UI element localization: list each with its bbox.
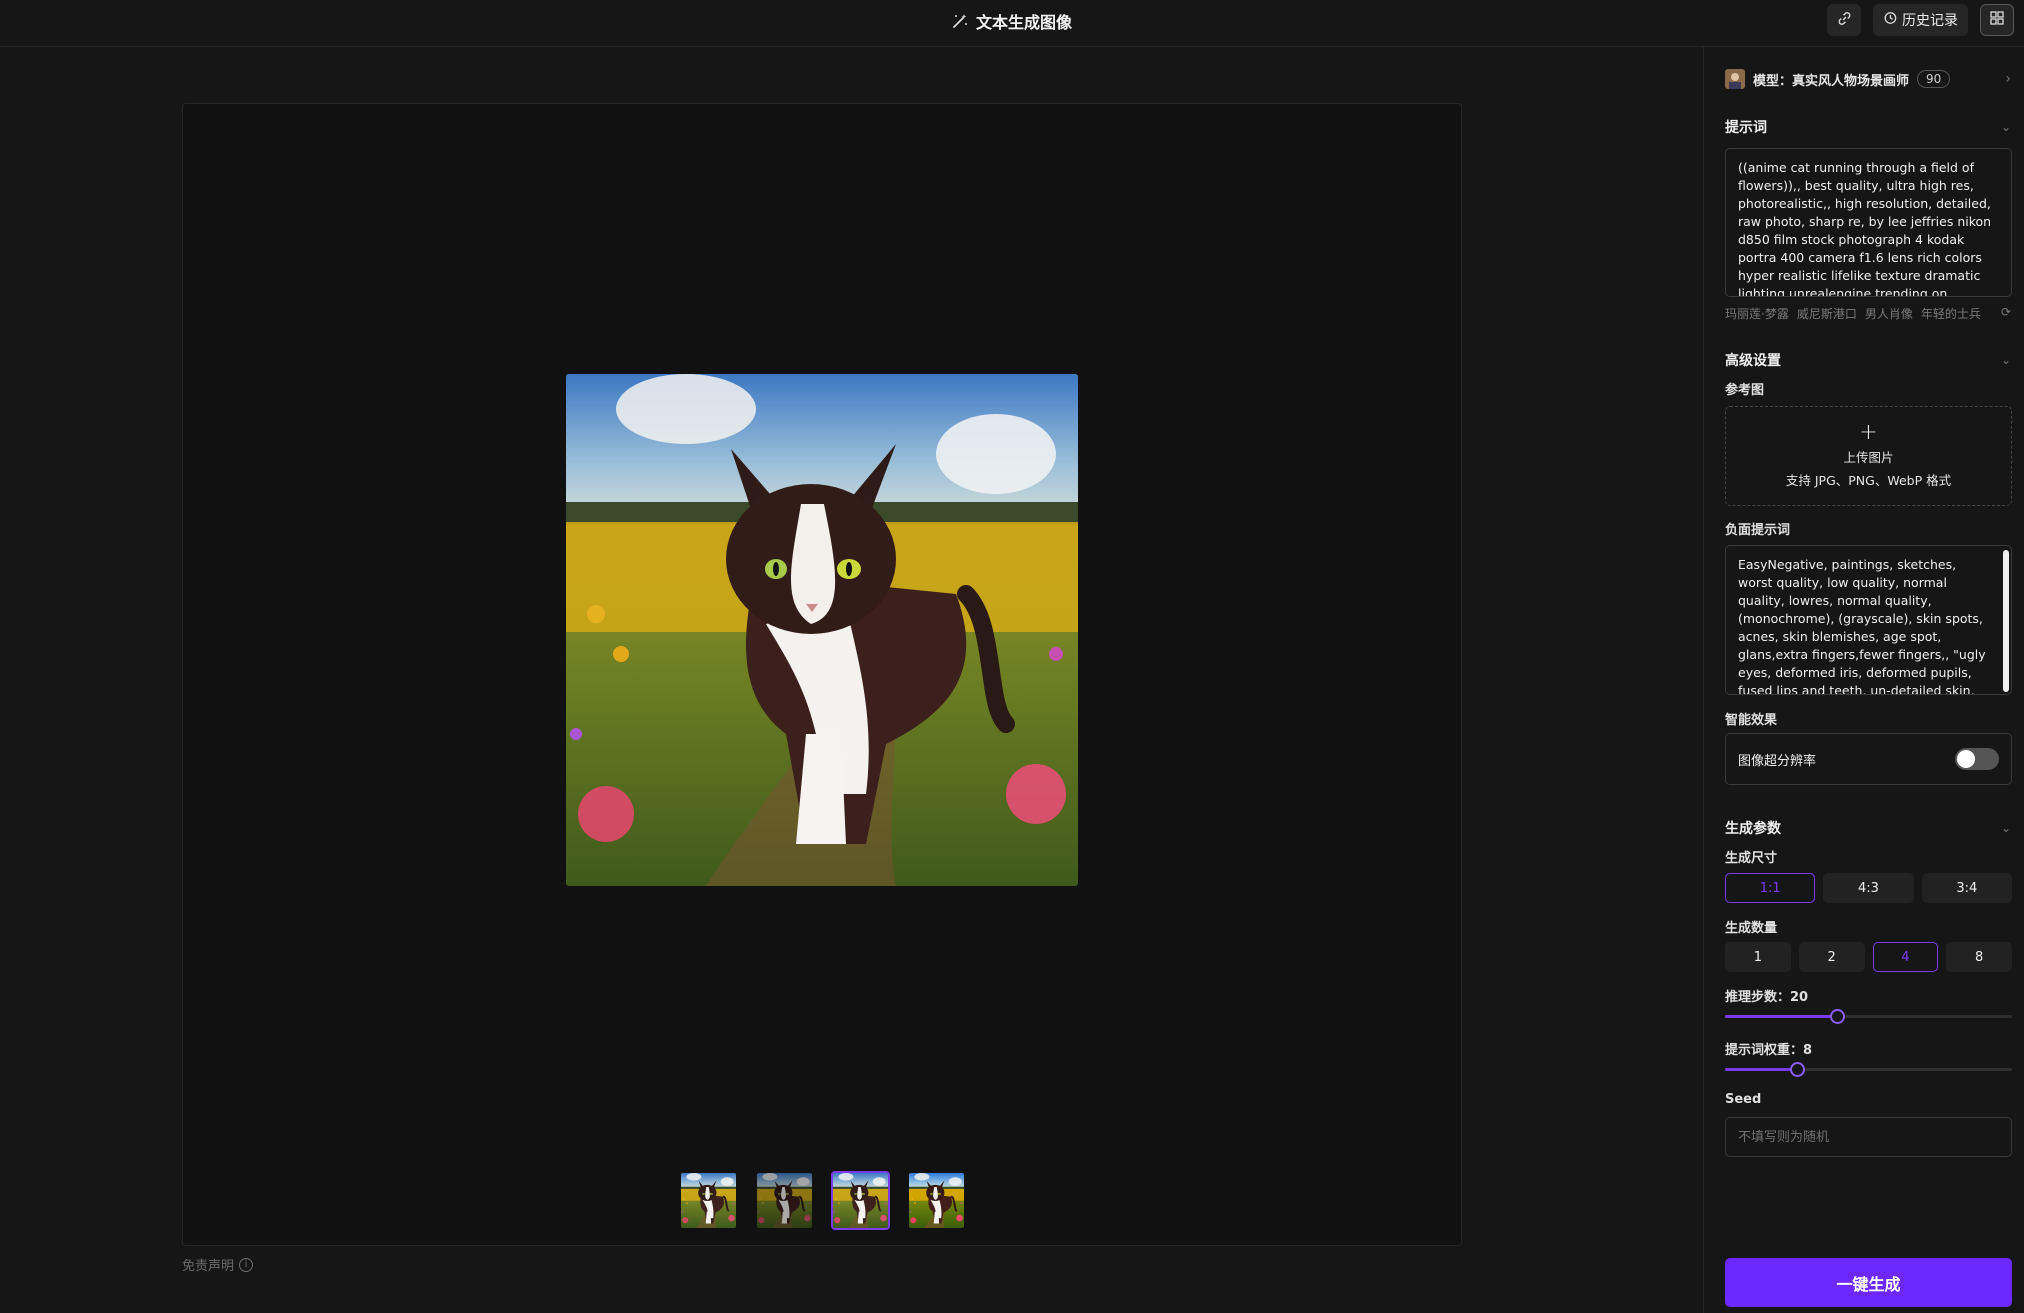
count-option[interactable]: 8	[1946, 942, 2012, 972]
steps-label: 推理步数：20	[1725, 986, 1808, 1005]
page-title-text: 文本生成图像	[975, 12, 1072, 32]
history-button[interactable]: 历史记录	[1873, 4, 1968, 36]
wand-icon	[952, 13, 968, 29]
model-selector[interactable]: 模型：真实风人物场景画师 90 ›	[1725, 67, 2011, 91]
upload-hint: 支持 JPG、PNG、WebP 格式	[1785, 473, 1952, 488]
weight-label-text: 提示词权重：	[1725, 1043, 1804, 1058]
slider-fill	[1725, 1068, 1797, 1071]
plus-icon: +	[1859, 420, 1878, 445]
grid-icon	[1990, 11, 2004, 29]
superres-row: 图像超分辨率	[1725, 733, 2012, 785]
count-option[interactable]: 2	[1798, 942, 1865, 972]
slider-fill	[1725, 1015, 1837, 1018]
thumbnail-1[interactable]	[679, 1171, 738, 1230]
history-icon	[1883, 11, 1897, 29]
weight-value: 8	[1803, 1043, 1813, 1058]
top-bar: 文本生成图像 历史记录	[0, 0, 2024, 47]
advanced-section-header[interactable]: 高级设置 ⌄	[1725, 350, 2011, 370]
params-section-header[interactable]: 生成参数 ⌄	[1725, 818, 2011, 838]
share-link-button[interactable]	[1827, 4, 1861, 36]
info-icon: i	[239, 1257, 254, 1272]
slider-handle[interactable]	[1829, 1009, 1845, 1024]
negative-prompt-text: EasyNegative, paintings, sketches, worst…	[1738, 557, 1986, 695]
superres-toggle[interactable]	[1955, 748, 1999, 770]
reference-label: 参考图	[1725, 383, 1765, 398]
chevron-right-icon: ›	[2005, 71, 2011, 87]
weight-label: 提示词权重：8	[1725, 1039, 1812, 1058]
disclaimer-text: 免责声明	[182, 1259, 235, 1274]
prompt-suggestions: 玛丽莲·梦露 威尼斯港口 男人肖像 年轻的士兵 ⟳	[1725, 305, 2011, 322]
generate-button[interactable]: 一键生成	[1725, 1258, 2012, 1307]
size-label: 生成尺寸	[1725, 851, 1778, 866]
negative-prompt-label: 负面提示词	[1725, 523, 1791, 538]
preview-canvas	[182, 103, 1462, 1246]
link-icon	[1837, 11, 1852, 30]
toggle-knob	[1957, 750, 1975, 768]
model-avatar	[1725, 69, 1745, 89]
negative-prompt-textarea[interactable]: EasyNegative, paintings, sketches, worst…	[1725, 545, 2012, 695]
seed-label: Seed	[1725, 1092, 1762, 1107]
seed-input[interactable]	[1725, 1117, 2012, 1157]
page-title: 文本生成图像	[0, 0, 2024, 41]
params-title: 生成参数	[1725, 821, 1781, 837]
thumbnail-4[interactable]	[907, 1171, 966, 1230]
size-option[interactable]: 4:3	[1823, 873, 1914, 903]
size-options: 1:1 4:3 3:4	[1725, 873, 2012, 903]
thumbnail-3[interactable]	[831, 1171, 890, 1230]
suggestion-tag[interactable]: 男人肖像	[1865, 305, 1913, 322]
suggestion-tag[interactable]: 年轻的士兵	[1921, 305, 1981, 322]
model-label: 模型：真实风人物场景画师	[1753, 73, 1910, 89]
chevron-down-icon: ⌄	[2000, 821, 2011, 835]
prompt-section-header[interactable]: 提示词 ⌄	[1725, 117, 2011, 137]
steps-label-text: 推理步数：	[1725, 990, 1791, 1005]
settings-panel: 模型：真实风人物场景画师 90 › 提示词 ⌄ ((anime cat runn…	[1703, 47, 2024, 1313]
slider-handle[interactable]	[1789, 1062, 1805, 1077]
model-badge: 90	[1917, 70, 1951, 88]
generated-image-preview[interactable]	[566, 374, 1078, 886]
thumbnail-strip	[679, 1171, 966, 1230]
weight-slider[interactable]	[1725, 1060, 2012, 1080]
smart-effects-label: 智能效果	[1725, 713, 1778, 728]
prompt-text: ((anime cat running through a field of f…	[1738, 160, 1992, 297]
chevron-down-icon: ⌄	[2000, 120, 2011, 134]
suggestion-tag[interactable]: 玛丽莲·梦露	[1725, 305, 1789, 322]
steps-slider[interactable]	[1725, 1007, 2012, 1027]
thumbnail-2[interactable]	[755, 1171, 814, 1230]
superres-label: 图像超分辨率	[1738, 753, 1817, 769]
count-options: 1 2 4 8	[1725, 942, 2012, 972]
steps-value: 20	[1790, 990, 1809, 1005]
prompt-title: 提示词	[1725, 120, 1767, 136]
count-option[interactable]: 1	[1725, 942, 1791, 972]
prompt-textarea[interactable]: ((anime cat running through a field of f…	[1725, 148, 2012, 297]
size-option[interactable]: 1:1	[1725, 873, 1816, 903]
advanced-title: 高级设置	[1725, 353, 1781, 369]
layout-grid-button[interactable]	[1980, 4, 2014, 36]
history-label: 历史记录	[1902, 13, 1958, 29]
refresh-icon[interactable]: ⟳	[2001, 305, 2011, 322]
count-label: 生成数量	[1725, 921, 1778, 936]
upload-label: 上传图片	[1843, 450, 1894, 465]
disclaimer-link[interactable]: 免责声明 i	[182, 1255, 254, 1274]
count-option[interactable]: 4	[1872, 942, 1939, 972]
size-option[interactable]: 3:4	[1921, 873, 2012, 903]
chevron-down-icon: ⌄	[2000, 353, 2011, 367]
reference-upload[interactable]: + 上传图片 支持 JPG、PNG、WebP 格式	[1725, 406, 2012, 506]
textarea-scrollbar[interactable]	[2003, 550, 2009, 692]
suggestion-tag[interactable]: 威尼斯港口	[1797, 305, 1857, 322]
